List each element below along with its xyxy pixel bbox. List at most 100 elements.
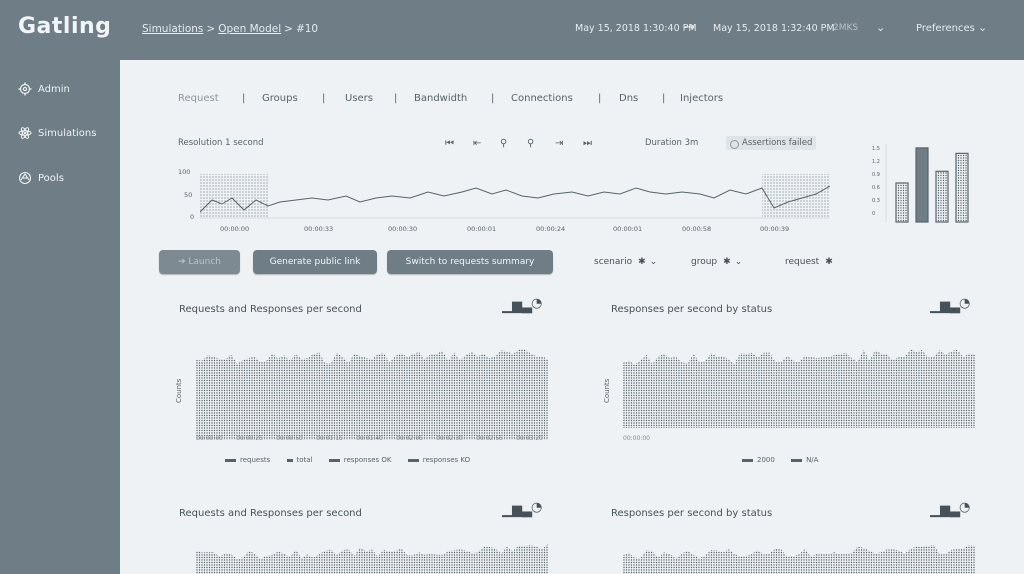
chevron-down-icon[interactable]: ⌄ <box>978 21 987 34</box>
y-tick: 0.9 <box>872 172 880 178</box>
scenario-filter[interactable]: scenario ✱ ⌄ <box>594 257 657 267</box>
gatling-logo[interactable]: Gatling <box>18 14 111 39</box>
resolution-label: Resolution 1 second <box>178 138 264 148</box>
group-filter[interactable]: group ✱ ⌄ <box>691 257 742 267</box>
launch-button[interactable]: ➔ Launch <box>159 250 240 274</box>
selection-end-region[interactable] <box>762 174 830 218</box>
selection-start-region[interactable] <box>200 174 268 218</box>
breadcrumb-separator: > <box>284 23 293 35</box>
sidebar-item-label: Simulations <box>38 128 97 139</box>
tab-divider: | <box>242 93 246 104</box>
legend-item[interactable]: responses OK <box>328 456 392 464</box>
legend-item[interactable]: responses KO <box>407 456 471 464</box>
x-tick: 00:03:20 <box>516 435 543 442</box>
pie-chart-icon[interactable]: ◔ <box>531 500 542 515</box>
tab-divider: | <box>491 93 495 104</box>
chart-legend: requests total responses OK responses KO <box>225 456 484 464</box>
breadcrumb-simulations[interactable]: Simulations <box>142 23 203 35</box>
x-tick: 00:00:33 <box>304 225 334 233</box>
mini-bar <box>935 170 949 223</box>
zoom-in-icon[interactable]: ⚲ <box>527 138 534 149</box>
mini-bar <box>895 182 909 223</box>
pool-icon <box>18 171 32 185</box>
sidebar-item-pools[interactable]: Pools <box>18 171 64 185</box>
x-tick: 00:01:15 <box>316 435 343 442</box>
x-tick: 00:00:00 <box>196 435 223 442</box>
zoom-out-icon[interactable]: ⚲ <box>500 138 507 149</box>
legend-item[interactable]: total <box>286 456 313 464</box>
sidebar-item-label: Admin <box>38 84 70 95</box>
x-tick: 00:00:25 <box>236 435 263 442</box>
card-title: Requests and Responses per second <box>179 508 362 519</box>
legend-item[interactable]: requests <box>225 456 270 464</box>
assertions-failed-toggle[interactable]: Assertions failed <box>726 136 817 150</box>
y-tick: 0.6 <box>872 185 880 191</box>
y-axis-label: Counts <box>603 378 611 403</box>
tab-groups[interactable]: Groups <box>262 93 298 104</box>
group-filter-label: group <box>691 257 718 267</box>
tab-divider: | <box>598 93 602 104</box>
tab-injectors[interactable]: Injectors <box>680 93 723 104</box>
scenario-filter-label: scenario <box>594 257 633 267</box>
responses-by-status-chart[interactable] <box>623 544 975 574</box>
x-tick: 00:00:30 <box>388 225 418 233</box>
tab-dns[interactable]: Dns <box>619 93 638 104</box>
legend-label: total <box>296 456 313 464</box>
tab-request[interactable]: Request <box>178 93 219 104</box>
y-tick: 50 <box>184 191 193 199</box>
duration-label: Duration 3m <box>645 138 699 148</box>
generate-public-link-button[interactable]: Generate public link <box>253 250 377 274</box>
timeline-overview-chart[interactable] <box>200 170 830 230</box>
preferences-menu[interactable]: Preferences <box>916 23 975 34</box>
skip-start-icon[interactable]: ⏮ <box>445 138 454 149</box>
request-filter-label: request <box>785 257 820 267</box>
sidebar-item-simulations[interactable]: Simulations <box>18 126 96 140</box>
atom-icon <box>18 127 32 139</box>
asterisk-icon: ✱ <box>638 257 646 267</box>
start-date[interactable]: May 15, 2018 1:30:40 PM <box>575 23 697 34</box>
x-tick: 00:00:00 <box>623 435 650 442</box>
tab-users[interactable]: Users <box>345 93 373 104</box>
legend-item[interactable]: N/A <box>791 456 818 464</box>
tab-connections[interactable]: Connections <box>511 93 573 104</box>
switch-to-summary-button[interactable]: Switch to requests summary <box>387 250 553 274</box>
chevron-down-icon[interactable]: ⌄ <box>876 21 885 34</box>
y-tick: 0.3 <box>872 198 880 204</box>
legend-item[interactable]: 2000 <box>742 456 775 464</box>
end-date[interactable]: May 15, 2018 1:32:40 PM <box>713 23 835 34</box>
main-panel: Request | Groups | Users | Bandwidth | C… <box>120 60 1024 574</box>
tab-divider: | <box>394 93 398 104</box>
request-filter[interactable]: request ✱ <box>785 257 833 267</box>
bar-chart-icon[interactable]: ▁▆▃ <box>502 299 532 314</box>
y-axis-label: Counts <box>175 378 183 403</box>
pie-chart-icon[interactable]: ◔ <box>531 296 542 311</box>
legend-label: 2000 <box>757 456 775 464</box>
x-tick: 00:00:39 <box>760 225 790 233</box>
sidebar-item-admin[interactable]: Admin <box>18 82 70 96</box>
requests-responses-chart[interactable] <box>196 342 548 442</box>
step-back-icon[interactable]: ⇤ <box>473 138 481 149</box>
bar-chart-icon[interactable]: ▁▆▃ <box>502 503 532 518</box>
requests-responses-chart[interactable] <box>196 544 548 574</box>
chevron-down-icon: ⌄ <box>649 257 658 267</box>
bar-chart-icon[interactable]: ▁▆▃ <box>930 299 960 314</box>
legend-label: responses KO <box>422 456 471 464</box>
chart-legend: 2000 N/A <box>742 456 832 464</box>
responses-by-status-chart[interactable] <box>623 342 975 442</box>
x-tick: 00:00:01 <box>467 225 497 233</box>
breadcrumb-open-model[interactable]: Open Model <box>218 23 281 35</box>
pie-chart-icon[interactable]: ◔ <box>959 296 970 311</box>
step-forward-icon[interactable]: ⇥ <box>555 138 563 149</box>
x-tick: 00:00:00 <box>220 225 250 233</box>
tab-bandwidth[interactable]: Bandwidth <box>414 93 467 104</box>
x-tick: 00:01:40 <box>356 435 383 442</box>
skip-end-icon[interactable]: ⏭ <box>583 138 592 149</box>
x-tick: 00:02:55 <box>476 435 503 442</box>
launch-button-label: Launch <box>188 257 221 267</box>
gear-icon <box>18 82 32 96</box>
bar-chart-icon[interactable]: ▁▆▃ <box>930 503 960 518</box>
x-tick: 00:02:30 <box>436 435 463 442</box>
pie-chart-icon[interactable]: ◔ <box>959 500 970 515</box>
arrow-right-icon: → <box>684 20 695 35</box>
timezone-select[interactable]: 2MKS <box>833 23 858 33</box>
